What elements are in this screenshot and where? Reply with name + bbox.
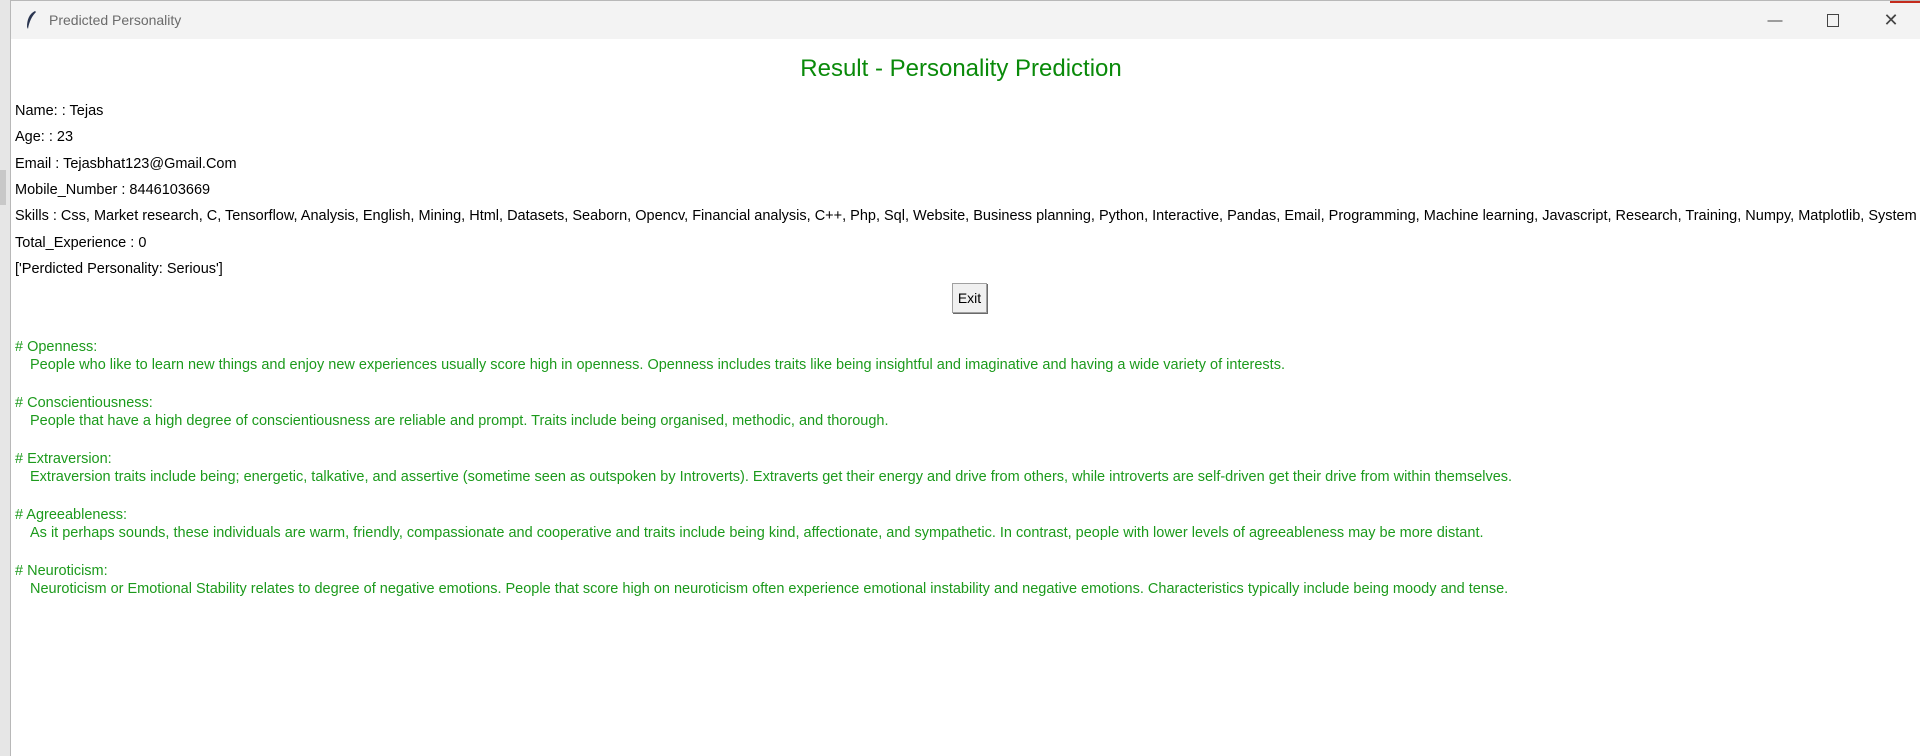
predicted-personality-label: ['Perdicted Personality: Serious']	[15, 261, 223, 277]
age-label: Age: : 23	[15, 129, 74, 145]
close-icon: ✕	[1883, 9, 1899, 30]
name-label: Name: : Tejas	[15, 103, 104, 119]
trait-title-neuroticism: # Neuroticism:	[15, 563, 108, 579]
maximize-button[interactable]	[1804, 1, 1862, 39]
background-window-edge	[0, 170, 6, 205]
minimize-icon: —	[1767, 11, 1783, 29]
close-button[interactable]: ✕	[1862, 1, 1920, 39]
trait-desc-neuroticism: Neuroticism or Emotional Stability relat…	[30, 581, 1509, 597]
title-bar[interactable]: Predicted Personality — ✕	[11, 1, 1920, 39]
close-hover-edge	[1890, 1, 1920, 3]
maximize-icon	[1827, 13, 1839, 27]
trait-desc-extraversion: Extraversion traits include being; energ…	[30, 469, 1513, 485]
trait-title-agreeableness: # Agreeableness:	[15, 507, 128, 523]
mobile-label: Mobile_Number : 8446103669	[15, 182, 211, 198]
feather-icon	[27, 11, 36, 29]
experience-label: Total_Experience : 0	[15, 235, 147, 251]
email-label: Email : Tejasbhat123@Gmail.Com	[15, 156, 237, 172]
trait-desc-openness: People who like to learn new things and …	[30, 357, 1285, 373]
exit-button[interactable]: Exit	[952, 283, 987, 313]
trait-title-openness: # Openness:	[15, 339, 98, 355]
skills-label: Skills : Css, Market research, C, Tensor…	[15, 208, 1917, 224]
window-title: Predicted Personality	[49, 12, 182, 28]
trait-desc-conscientiousness: People that have a high degree of consci…	[30, 413, 889, 429]
trait-title-extraversion: # Extraversion:	[15, 451, 112, 467]
app-window: Predicted Personality — ✕ Result - Perso…	[10, 0, 1920, 756]
minimize-button[interactable]: —	[1746, 1, 1804, 39]
trait-desc-agreeableness: As it perhaps sounds, these individuals …	[30, 525, 1484, 541]
page-title: Result - Personality Prediction	[800, 55, 1122, 82]
trait-title-conscientiousness: # Conscientiousness:	[15, 395, 153, 411]
